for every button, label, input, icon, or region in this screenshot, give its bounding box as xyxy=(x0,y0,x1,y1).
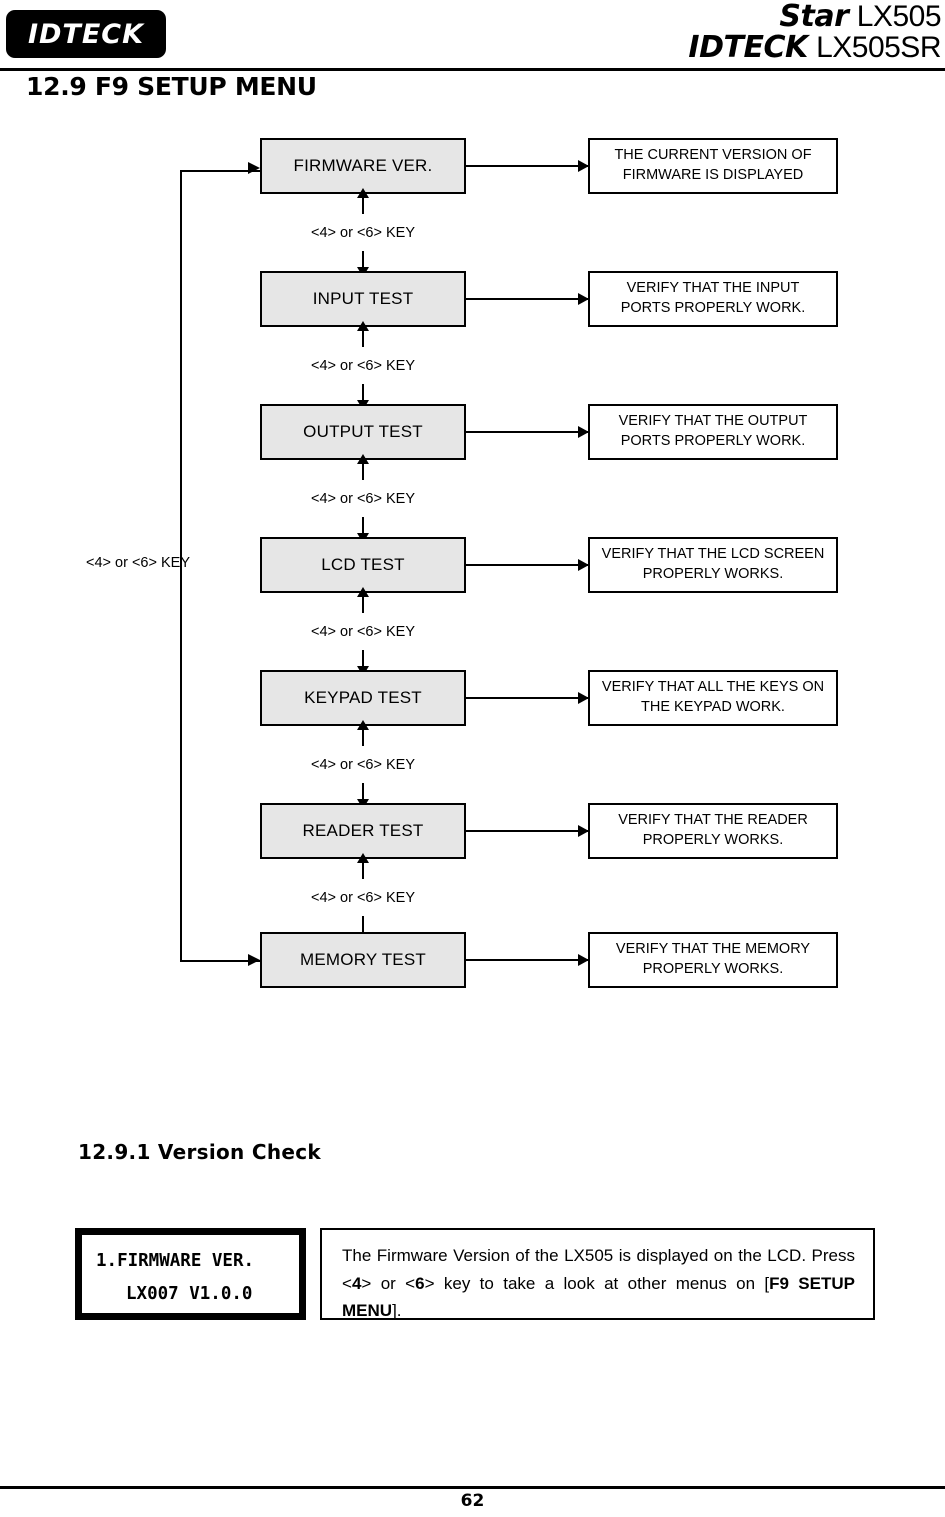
arrow-up-icon xyxy=(362,462,364,480)
menu-box-label: FIRMWARE VER. xyxy=(293,156,433,175)
arrow-up-icon xyxy=(362,861,364,879)
key-label: <4> or <6> KEY xyxy=(308,889,418,906)
arrow-up-icon xyxy=(362,196,364,214)
menu-box-firmware-ver[interactable]: FIRMWARE VER. xyxy=(260,138,466,194)
connector-lcd-test xyxy=(466,564,588,566)
key-label: <4> or <6> KEY xyxy=(308,224,418,241)
menu-box-label: INPUT TEST xyxy=(312,289,414,308)
product-brand: Star LX505 IDTECK LX505SR xyxy=(688,0,942,65)
arrow-up-icon xyxy=(362,595,364,613)
arrow-down-icon xyxy=(362,251,364,269)
setup-menu-flowchart: <4> or <6> KEY FIRMWARE VER. THE CURRENT… xyxy=(0,130,945,1010)
lcd-screen-mockup: 1.FIRMWARE VER. LX007 V1.0.0 xyxy=(75,1228,306,1320)
desc-box-output-test: VERIFY THAT THE OUTPUT PORTS PROPERLY WO… xyxy=(588,404,838,460)
key-label: <4> or <6> KEY xyxy=(308,623,418,640)
desc-line-2: PORTS PROPERLY WORK. xyxy=(620,433,806,449)
desc-line-1: VERIFY THAT THE MEMORY xyxy=(615,941,811,958)
brand-accent-idteck: IDTECK xyxy=(688,29,808,65)
explanation-part-4: ]. xyxy=(392,1301,402,1321)
key-label: <4> or <6> KEY xyxy=(308,357,418,374)
explanation-key-6: 6 xyxy=(415,1273,425,1293)
key-link-4: <4> or <6> KEY xyxy=(260,593,466,670)
loop-arrow-top-icon xyxy=(248,162,260,174)
menu-box-label: OUTPUT TEST xyxy=(303,422,423,441)
key-label: <4> or <6> KEY xyxy=(308,756,418,773)
desc-box-lcd-test: VERIFY THAT THE LCD SCREEN PROPERLY WORK… xyxy=(588,537,838,593)
key-link-3: <4> or <6> KEY xyxy=(260,460,466,537)
brand-line-idteck: IDTECK LX505SR xyxy=(688,29,941,65)
desc-line-2: PROPERLY WORKS. xyxy=(642,961,784,977)
footer-divider xyxy=(0,1486,945,1489)
page-header: IDTECK Star LX505 IDTECK LX505SR xyxy=(0,0,945,72)
connector-reader-test xyxy=(466,830,588,832)
page-number: 62 xyxy=(460,1491,485,1511)
desc-line-2: FIRMWARE IS DISPLAYED xyxy=(622,167,804,183)
menu-box-label: KEYPAD TEST xyxy=(304,688,422,707)
idteck-logo: IDTECK xyxy=(6,10,166,58)
menu-box-input-test[interactable]: INPUT TEST xyxy=(260,271,466,327)
arrow-down-icon xyxy=(362,783,364,801)
brand-model-lx505sr: LX505SR xyxy=(816,30,941,64)
explanation-box: The Firmware Version of the LX505 is dis… xyxy=(320,1228,875,1320)
desc-box-reader-test: VERIFY THAT THE READER PROPERLY WORKS. xyxy=(588,803,838,859)
desc-line-1: VERIFY THAT THE READER xyxy=(618,812,808,829)
desc-line-1: VERIFY THAT THE INPUT xyxy=(626,280,800,297)
desc-line-1: THE CURRENT VERSION OF xyxy=(614,147,812,164)
menu-box-label: MEMORY TEST xyxy=(300,950,426,969)
explanation-key-4: 4 xyxy=(351,1273,362,1293)
key-link-1: <4> or <6> KEY xyxy=(260,194,466,271)
connector-output-test xyxy=(466,431,588,433)
loop-back-path xyxy=(180,170,262,962)
desc-line-1: VERIFY THAT ALL THE KEYS ON xyxy=(601,679,825,696)
section-title: 12.9 F9 SETUP MENU xyxy=(26,72,317,101)
arrow-down-icon xyxy=(362,650,364,668)
desc-line-1: VERIFY THAT THE LCD SCREEN xyxy=(601,546,825,563)
desc-box-input-test: VERIFY THAT THE INPUT PORTS PROPERLY WOR… xyxy=(588,271,838,327)
menu-box-keypad-test[interactable]: KEYPAD TEST xyxy=(260,670,466,726)
arrow-up-icon xyxy=(362,728,364,746)
brand-line-star: Star LX505 xyxy=(688,0,942,33)
desc-line-1: VERIFY THAT THE OUTPUT xyxy=(618,413,808,430)
arrow-up-icon xyxy=(362,329,364,347)
explanation-part-2: > or < xyxy=(361,1273,416,1293)
key-link-6: <4> or <6> KEY xyxy=(260,859,466,936)
menu-box-label: LCD TEST xyxy=(321,555,405,574)
menu-box-memory-test[interactable]: MEMORY TEST xyxy=(260,932,466,988)
arrow-down-icon xyxy=(362,517,364,535)
key-label: <4> or <6> KEY xyxy=(308,490,418,507)
header-divider xyxy=(0,68,945,71)
logo-text: IDTECK xyxy=(27,18,145,50)
subsection-title: 12.9.1 Version Check xyxy=(78,1140,321,1164)
desc-line-2: PORTS PROPERLY WORK. xyxy=(620,300,806,316)
desc-line-2: THE KEYPAD WORK. xyxy=(641,699,785,715)
explanation-part-3: > key to take a look at other menus on [ xyxy=(424,1273,770,1293)
desc-box-keypad-test: VERIFY THAT ALL THE KEYS ON THE KEYPAD W… xyxy=(588,670,838,726)
desc-line-2: PROPERLY WORKS. xyxy=(642,832,784,848)
menu-box-output-test[interactable]: OUTPUT TEST xyxy=(260,404,466,460)
lcd-line-2: LX007 V1.0.0 xyxy=(126,1284,253,1305)
connector-input-test xyxy=(466,298,588,300)
menu-box-lcd-test[interactable]: LCD TEST xyxy=(260,537,466,593)
brand-model-lx505: LX505 xyxy=(856,0,942,33)
menu-box-label: READER TEST xyxy=(302,821,424,840)
desc-box-memory-test: VERIFY THAT THE MEMORY PROPERLY WORKS. xyxy=(588,932,838,988)
loop-arrow-bottom-icon xyxy=(248,954,260,966)
desc-line-2: PROPERLY WORKS. xyxy=(642,566,784,582)
loop-key-label: <4> or <6> KEY xyxy=(86,555,190,571)
key-link-5: <4> or <6> KEY xyxy=(260,726,466,803)
connector-firmware-ver xyxy=(466,165,588,167)
desc-box-firmware-ver: THE CURRENT VERSION OF FIRMWARE IS DISPL… xyxy=(588,138,838,194)
menu-box-reader-test[interactable]: READER TEST xyxy=(260,803,466,859)
connector-keypad-test xyxy=(466,697,588,699)
arrow-down-icon xyxy=(362,384,364,402)
lcd-line-1: 1.FIRMWARE VER. xyxy=(96,1251,255,1271)
connector-memory-test xyxy=(466,959,588,961)
key-link-2: <4> or <6> KEY xyxy=(260,327,466,404)
